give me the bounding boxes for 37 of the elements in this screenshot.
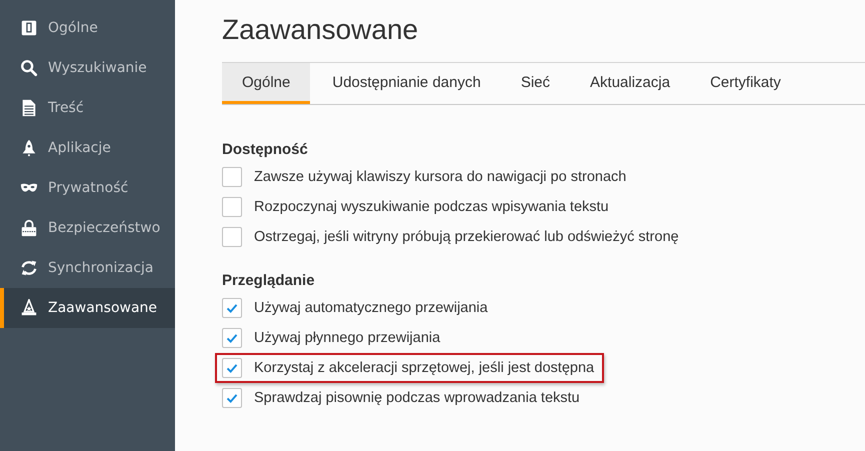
checkbox-label[interactable]: Ostrzegaj, jeśli witryny próbują przekierować lub odświeżyć stronę [254,229,679,245]
sidebar-item[interactable]: Wyszukiwanie [0,48,175,88]
checkbox[interactable] [222,197,242,217]
page-title: Zaawansowane [222,14,420,46]
sidebar-item[interactable]: Prywatność [0,168,175,208]
section-heading: Dostępność [222,141,309,158]
sync-icon [20,259,38,277]
checkbox[interactable] [222,298,242,318]
tab[interactable]: Ogólne [222,63,310,104]
tab[interactable]: Certyfikaty [692,63,799,104]
document-icon [20,99,38,117]
checkbox-label[interactable]: Zawsze używaj klawiszy kursora do nawigacji po stronach [254,169,626,185]
checkbox[interactable] [222,388,242,408]
checkbox-label[interactable]: Rozpoczynaj wyszukiwanie podczas wpisywania tekstu [254,199,609,215]
sidebar-item[interactable]: Synchronizacja [0,248,175,288]
checkbox-label[interactable]: Używaj automatycznego przewijania [254,300,488,316]
checkbox[interactable] [222,358,242,378]
tab[interactable]: Sieć [502,63,568,104]
wizard-hat-icon [20,299,38,317]
tab[interactable]: Aktualizacja [572,63,688,104]
sidebar-item[interactable]: Treść [0,88,175,128]
panel-icon [20,19,38,37]
checkbox-label[interactable]: Używaj płynnego przewijania [254,330,440,346]
sidebar-item[interactable]: Aplikacje [0,128,175,168]
rocket-icon [20,139,38,157]
padlock-icon [20,219,38,237]
checkbox[interactable] [222,328,242,348]
sidebar-item[interactable]: Ogólne [0,8,175,48]
checkbox[interactable] [222,227,242,247]
sidebar-item[interactable]: Bezpieczeństwo [0,208,175,248]
search-icon [20,59,38,77]
checkbox[interactable] [222,167,242,187]
sidebar-item[interactable]: Zaawansowane [0,288,175,328]
section-heading: Przeglądanie [222,272,316,289]
checkbox-label[interactable]: Korzystaj z akceleracji sprzętowej, jeśli jest dostępna [254,360,594,376]
tab[interactable]: Udostępnianie danych [314,63,499,104]
checkbox-label[interactable]: Sprawdzaj pisownię podczas wprowadzania tekstu [254,390,580,406]
